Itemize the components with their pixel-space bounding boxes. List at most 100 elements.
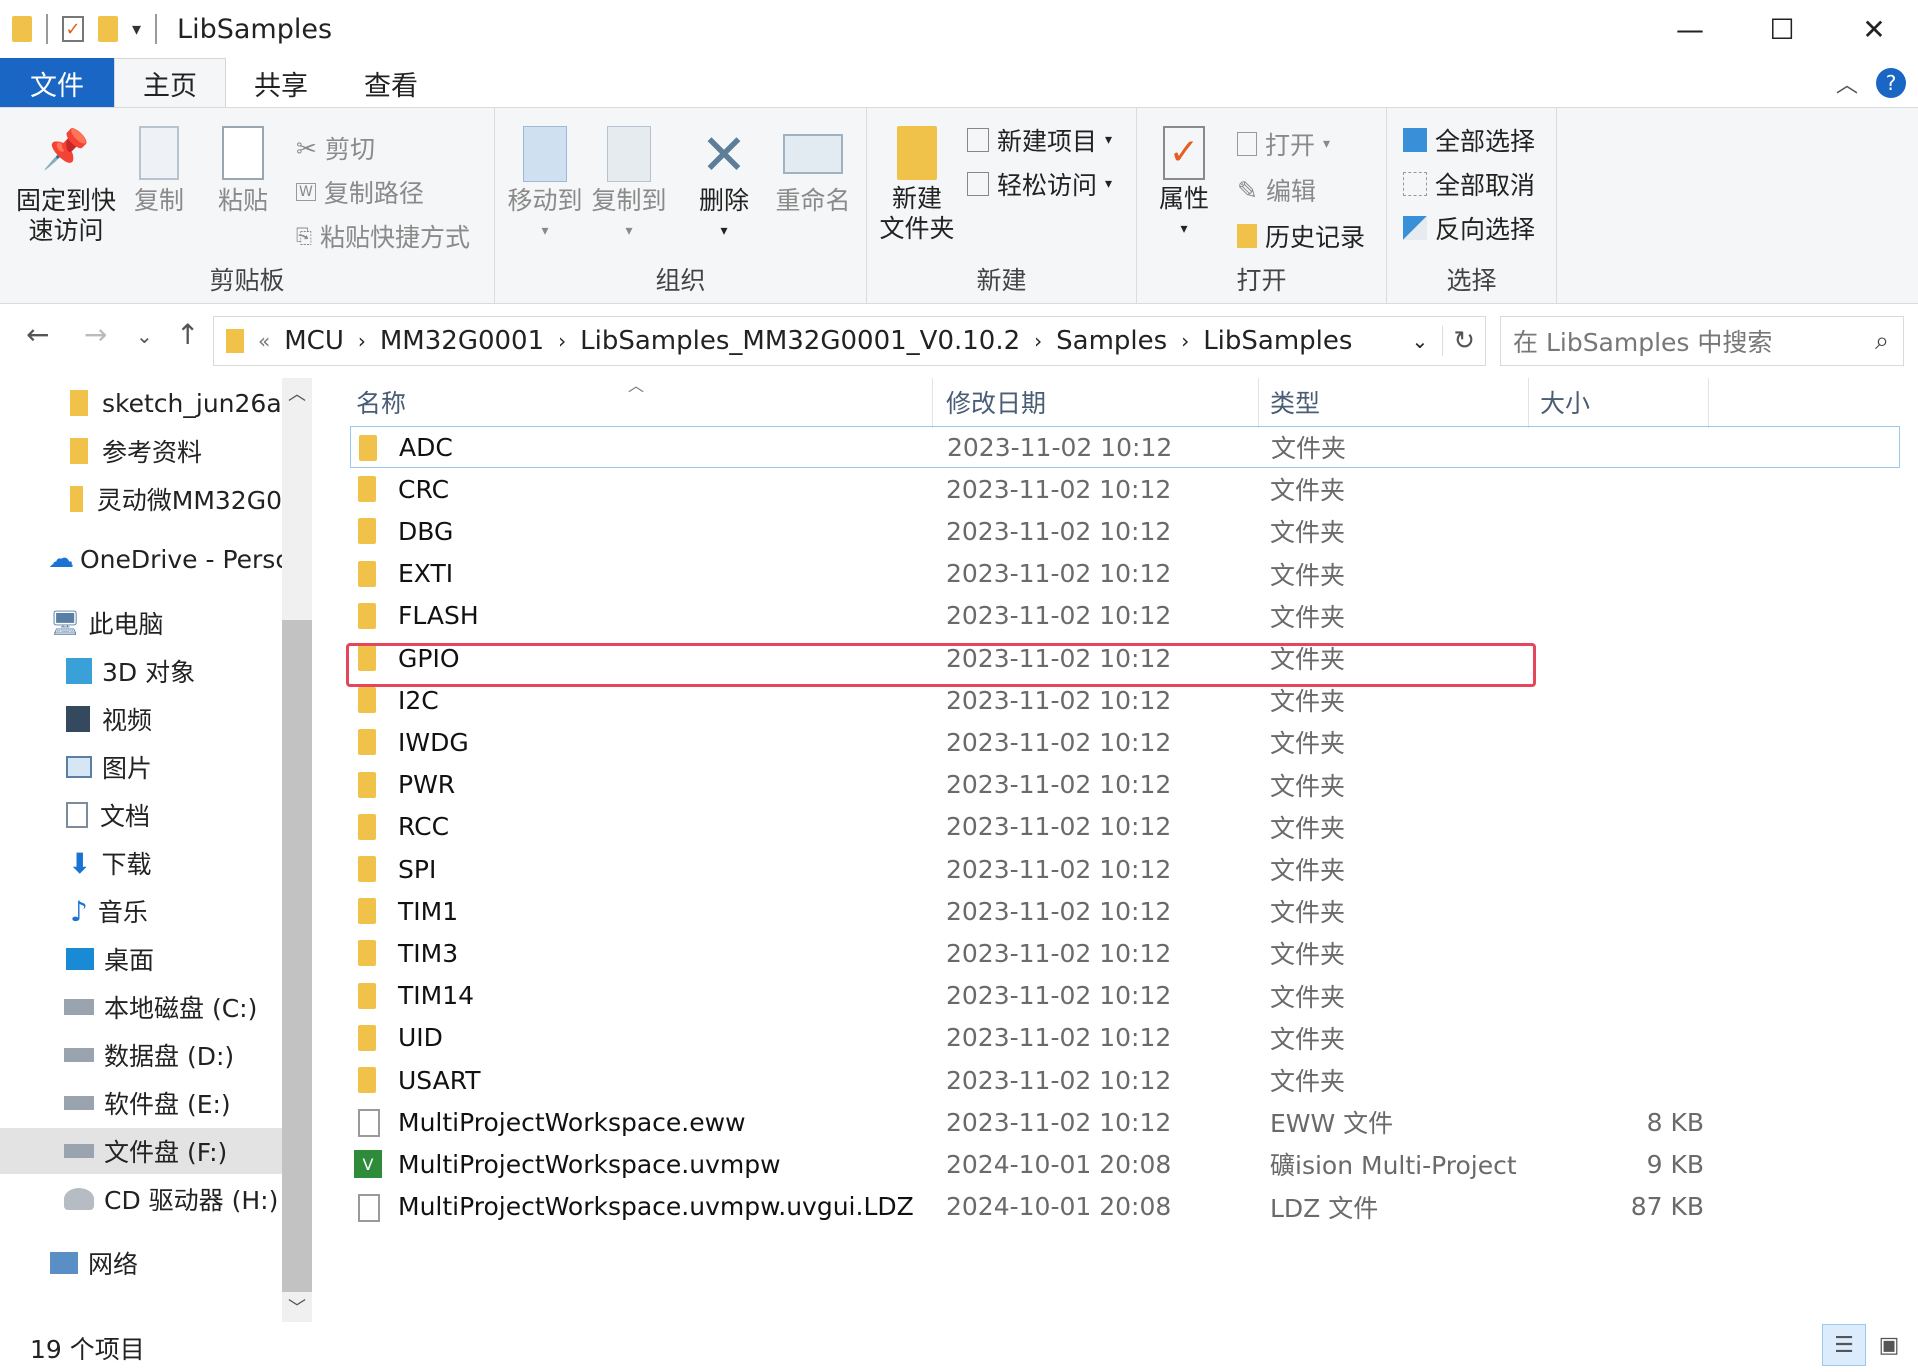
copy-button[interactable]: 复制 bbox=[126, 126, 192, 216]
table-row[interactable]: UID 2023-11-02 10:12 文件夹 bbox=[350, 1017, 1900, 1059]
table-row[interactable]: DBG 2023-11-02 10:12 文件夹 bbox=[350, 510, 1900, 552]
details-view-icon[interactable]: ☰ bbox=[1822, 1324, 1866, 1366]
table-row[interactable]: FLASH 2023-11-02 10:12 文件夹 bbox=[350, 595, 1900, 637]
table-row[interactable]: USART 2023-11-02 10:12 文件夹 bbox=[350, 1059, 1900, 1101]
sidebar-scrollbar-thumb[interactable] bbox=[282, 620, 312, 1292]
close-button[interactable]: ✕ bbox=[1828, 0, 1918, 58]
sidebar-item-desktop[interactable]: 桌面 bbox=[0, 936, 282, 982]
move-to-button[interactable]: 移动到 ▾ bbox=[505, 126, 585, 246]
table-row[interactable]: TIM3 2023-11-02 10:12 文件夹 bbox=[350, 932, 1900, 974]
invert-selection-button[interactable]: 反向选择 bbox=[1403, 210, 1535, 246]
search-box[interactable]: 在 LibSamples 中搜索 ⌕ bbox=[1500, 316, 1904, 366]
table-row[interactable]: ADC 2023-11-02 10:12 文件夹 bbox=[350, 426, 1900, 468]
sidebar-item-sketch[interactable]: sketch_jun26a bbox=[0, 380, 282, 426]
sidebar-item-drive-f[interactable]: 文件盘 (F:) bbox=[0, 1128, 282, 1174]
new-folder-quick-icon[interactable] bbox=[98, 16, 118, 42]
back-arrow-icon[interactable]: ← bbox=[26, 318, 49, 351]
tab-view[interactable]: 查看 bbox=[336, 58, 446, 108]
scroll-down-icon[interactable]: ﹀ bbox=[282, 1294, 312, 1320]
copy-to-button[interactable]: 复制到 ▾ bbox=[589, 126, 669, 246]
new-item-button[interactable]: 新建项目 ▾ bbox=[967, 122, 1112, 158]
pin-quick-access-button[interactable]: 📌 固定到快 速访问 bbox=[14, 130, 118, 246]
table-row[interactable]: CRC 2023-11-02 10:12 文件夹 bbox=[350, 468, 1900, 510]
sidebar-item-downloads[interactable]: ⬇ 下载 bbox=[0, 840, 282, 886]
rename-button[interactable]: 重命名 bbox=[771, 126, 855, 216]
minimize-button[interactable]: — bbox=[1644, 0, 1736, 58]
column-header-date[interactable]: 修改日期 bbox=[946, 384, 1046, 420]
sidebar-item-label: 软件盘 (E:) bbox=[104, 1090, 231, 1119]
table-row[interactable]: IWDG 2023-11-02 10:12 文件夹 bbox=[350, 721, 1900, 763]
recent-locations-chevron-down-icon[interactable]: ⌄ bbox=[136, 324, 153, 348]
history-button[interactable]: 历史记录 bbox=[1237, 218, 1365, 254]
cut-button[interactable]: ✂ 剪切 bbox=[296, 130, 375, 166]
table-row[interactable]: SPI 2023-11-02 10:12 文件夹 bbox=[350, 848, 1900, 890]
breadcrumb-libsamples-version[interactable]: LibSamples_MM32G0001_V0.10.2 bbox=[580, 326, 1020, 356]
sidebar-item-mm32[interactable]: 灵动微MM32G0 bbox=[0, 476, 282, 522]
table-row[interactable]: MultiProjectWorkspace.uvmpw.uvgui.LDZ 202… bbox=[350, 1186, 1900, 1228]
table-row[interactable]: TIM14 2023-11-02 10:12 文件夹 bbox=[350, 975, 1900, 1017]
table-row[interactable]: V MultiProjectWorkspace.uvmpw 2024-10-01 2… bbox=[350, 1143, 1900, 1185]
table-row[interactable]: TIM1 2023-11-02 10:12 文件夹 bbox=[350, 890, 1900, 932]
properties-button[interactable]: ✓ 属性 ▾ bbox=[1151, 126, 1217, 244]
breadcrumb-libsamples[interactable]: LibSamples bbox=[1203, 326, 1352, 356]
sidebar-item-this-pc[interactable]: 🖥 此电脑 bbox=[0, 600, 282, 646]
clipboard-group: 📌 固定到快 速访问 复制 粘贴 ✂ 剪切 W 复制路径 ⎘ 粘贴快捷方式 剪贴板 bbox=[0, 108, 495, 303]
customize-quick-access-icon[interactable]: ▾ bbox=[132, 19, 141, 40]
select-none-button[interactable]: 全部取消 bbox=[1403, 166, 1535, 202]
breadcrumb-mcu[interactable]: MCU bbox=[284, 326, 344, 356]
column-divider[interactable] bbox=[1258, 378, 1259, 428]
up-arrow-icon[interactable]: ↑ bbox=[176, 318, 199, 351]
tab-home[interactable]: 主页 bbox=[114, 58, 226, 108]
column-header-name[interactable]: 名称 bbox=[356, 384, 406, 420]
maximize-button[interactable]: ☐ bbox=[1736, 0, 1828, 58]
delete-button[interactable]: ✕ 删除 ▾ bbox=[691, 126, 757, 246]
easy-access-button[interactable]: 轻松访问 ▾ bbox=[967, 166, 1112, 202]
column-divider[interactable] bbox=[1528, 378, 1529, 428]
address-dropdown-chevron-icon[interactable]: ⌄ bbox=[1411, 329, 1428, 353]
column-header-size[interactable]: 大小 bbox=[1540, 384, 1590, 420]
sidebar-item-drive-c[interactable]: 本地磁盘 (C:) bbox=[0, 984, 282, 1030]
sidebar-item-pictures[interactable]: 图片 bbox=[0, 744, 282, 790]
open-button[interactable]: 打开 ▾ bbox=[1237, 126, 1330, 162]
collapse-ribbon-icon[interactable]: ︿ bbox=[1818, 58, 1876, 108]
sidebar-item-drive-e[interactable]: 软件盘 (E:) bbox=[0, 1080, 282, 1126]
refresh-icon[interactable]: ↻ bbox=[1442, 326, 1485, 356]
sidebar-item-reference[interactable]: 参考资料 bbox=[0, 428, 282, 474]
sidebar-item-label: 灵动微MM32G0 bbox=[96, 486, 282, 515]
file-date: 2023-11-02 10:12 bbox=[946, 981, 1172, 1011]
table-row[interactable]: RCC 2023-11-02 10:12 文件夹 bbox=[350, 806, 1900, 848]
address-bar[interactable]: « MCU › MM32G0001 › LibSamples_MM32G0001… bbox=[213, 316, 1486, 366]
paste-icon bbox=[222, 126, 264, 180]
large-icons-view-icon[interactable]: ▣ bbox=[1872, 1328, 1906, 1362]
copy-path-button[interactable]: W 复制路径 bbox=[296, 174, 424, 210]
scroll-up-icon[interactable]: ︿ bbox=[282, 380, 312, 406]
new-folder-button[interactable]: 新建 文件夹 bbox=[877, 126, 957, 244]
table-row[interactable]: EXTI 2023-11-02 10:12 文件夹 bbox=[350, 553, 1900, 595]
paste-button[interactable]: 粘贴 bbox=[210, 126, 276, 216]
forward-arrow-icon[interactable]: → bbox=[84, 318, 107, 351]
sidebar-item-onedrive[interactable]: ☁ OneDrive - Persc bbox=[0, 536, 282, 582]
tab-file[interactable]: 文件 bbox=[0, 58, 114, 108]
sidebar-item-music[interactable]: ♪ 音乐 bbox=[0, 888, 282, 934]
column-header-type[interactable]: 类型 bbox=[1270, 384, 1320, 420]
table-row[interactable]: PWR 2023-11-02 10:12 文件夹 bbox=[350, 764, 1900, 806]
sidebar-item-drive-h[interactable]: CD 驱动器 (H:) bbox=[0, 1176, 282, 1222]
sidebar-item-network[interactable]: 网络 bbox=[0, 1240, 282, 1286]
sidebar-item-documents[interactable]: 文档 bbox=[0, 792, 282, 838]
tab-share[interactable]: 共享 bbox=[226, 58, 336, 108]
select-all-button[interactable]: 全部选择 bbox=[1403, 122, 1535, 158]
breadcrumb-samples[interactable]: Samples bbox=[1056, 326, 1167, 356]
properties-quick-icon[interactable]: ✓ bbox=[62, 16, 84, 42]
edit-button[interactable]: ✎ 编辑 bbox=[1237, 172, 1316, 208]
help-icon[interactable]: ? bbox=[1876, 58, 1918, 108]
sidebar-item-videos[interactable]: 视频 bbox=[0, 696, 282, 742]
column-divider[interactable] bbox=[932, 378, 933, 428]
sidebar-item-3d-objects[interactable]: 3D 对象 bbox=[0, 648, 282, 694]
column-divider[interactable] bbox=[1708, 378, 1709, 428]
table-row[interactable]: MultiProjectWorkspace.eww 2023-11-02 10:1… bbox=[350, 1101, 1900, 1143]
breadcrumb-mm32g0001[interactable]: MM32G0001 bbox=[380, 326, 544, 356]
paste-shortcut-button[interactable]: ⎘ 粘贴快捷方式 bbox=[296, 218, 470, 254]
search-input[interactable]: 在 LibSamples 中搜索 bbox=[1513, 323, 1875, 359]
breadcrumb-overflow[interactable]: « bbox=[258, 329, 270, 353]
sidebar-item-drive-d[interactable]: 数据盘 (D:) bbox=[0, 1032, 282, 1078]
